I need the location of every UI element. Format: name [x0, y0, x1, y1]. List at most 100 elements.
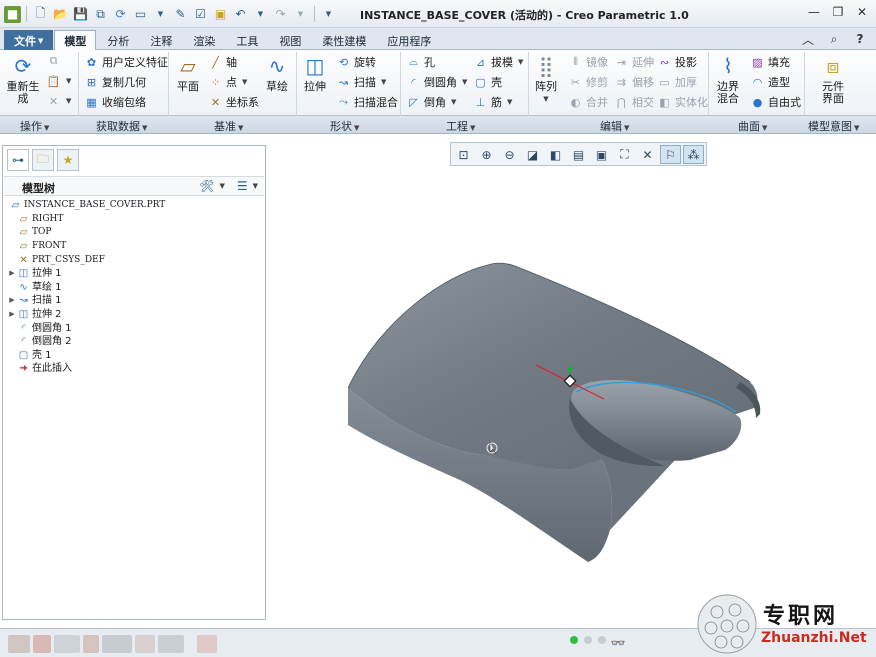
- group-datum[interactable]: 基准 ▼: [214, 118, 243, 134]
- revolve-button[interactable]: ⟲ 旋转: [336, 54, 376, 70]
- merge-button[interactable]: ◐ 合并: [568, 94, 608, 110]
- tab-render[interactable]: 渲染: [183, 30, 225, 50]
- display-style-icon[interactable]: ◧: [545, 145, 566, 164]
- redo-caret-icon[interactable]: ▼: [292, 6, 309, 23]
- model-tree-item[interactable]: ◜ 倒圆角 2: [7, 335, 263, 349]
- folder-browser-tab-icon[interactable]: 🗀: [32, 149, 54, 171]
- close-icon[interactable]: ✕: [854, 4, 870, 20]
- plane-button[interactable]: ▱ 平面: [173, 54, 203, 93]
- find-icon[interactable]: 👓: [605, 634, 631, 652]
- expand-arrow-icon[interactable]: ▶: [7, 294, 17, 307]
- csys-button[interactable]: ✕ 坐标系: [208, 94, 259, 110]
- extrude-button[interactable]: ◫ 拉伸: [300, 54, 330, 93]
- tab-model[interactable]: 模型: [54, 30, 97, 50]
- tab-analysis[interactable]: 分析: [97, 30, 139, 50]
- model-tree-item[interactable]: ▢ 壳 1: [7, 349, 263, 363]
- tab-flexible-modeling[interactable]: 柔性建模: [312, 30, 376, 50]
- thicken-button[interactable]: ▭ 加厚: [657, 74, 697, 90]
- favorites-tab-icon[interactable]: ★: [57, 149, 79, 171]
- shell-button[interactable]: ▢ 壳: [473, 74, 502, 90]
- model-tree-item[interactable]: ▱ INSTANCE_BASE_COVER.PRT: [7, 199, 263, 213]
- zoom-in-icon[interactable]: ⊕: [476, 145, 497, 164]
- windows-icon[interactable]: ▭: [132, 6, 149, 23]
- group-model-intent[interactable]: 模型意图 ▼: [808, 118, 859, 134]
- show-options-icon[interactable]: ☰: [237, 179, 248, 193]
- model-tree-item[interactable]: ➜ 在此插入: [7, 362, 263, 376]
- perspective-icon[interactable]: ⛶: [614, 145, 635, 164]
- spin-center-icon[interactable]: ⁂: [683, 145, 704, 164]
- search-icon[interactable]: ⌕: [826, 31, 842, 47]
- collapse-ribbon-icon[interactable]: ︿: [800, 31, 816, 47]
- group-operations[interactable]: 操作 ▼: [20, 118, 49, 134]
- tab-annotate[interactable]: 注释: [140, 30, 182, 50]
- help-icon[interactable]: ?: [852, 31, 868, 47]
- expand-arrow-icon[interactable]: ▶: [7, 267, 17, 280]
- new-file-icon[interactable]: 🗋: [32, 6, 49, 23]
- model-tree-item[interactable]: ◜ 倒圆角 1: [7, 321, 263, 335]
- dropdown-caret-icon[interactable]: ▼: [152, 6, 169, 23]
- graphics-window[interactable]: [270, 170, 876, 625]
- model-tree-item[interactable]: ▶ ◫ 拉伸 2: [7, 308, 263, 322]
- shrinkwrap-button[interactable]: ▦ 收缩包络: [84, 94, 146, 110]
- group-editing[interactable]: 编辑 ▼: [600, 118, 629, 134]
- mirror-button[interactable]: ⫴ 镜像: [568, 54, 608, 70]
- component-interface-button[interactable]: ⧈ 元件界面: [816, 54, 850, 105]
- regenerate-button[interactable]: ⟳ 重新生成: [6, 54, 40, 105]
- save-icon[interactable]: 💾: [72, 6, 89, 23]
- boundary-blend-button[interactable]: ⌇ 边界混合: [712, 54, 744, 105]
- hole-button[interactable]: ⌓ 孔: [406, 54, 435, 70]
- erase-icon[interactable]: ✎: [172, 6, 189, 23]
- chevron-down-icon[interactable]: ▼: [219, 182, 224, 190]
- model-tree-item[interactable]: ✕ PRT_CSYS_DEF: [7, 253, 263, 267]
- verify-icon[interactable]: ☑: [192, 6, 209, 23]
- sweep-button[interactable]: ↝ 扫描 ▼: [336, 74, 387, 90]
- refit-icon[interactable]: ⊡: [453, 145, 474, 164]
- expand-arrow-icon[interactable]: ▶: [7, 308, 17, 321]
- model-tree-item[interactable]: ▶ ◫ 拉伸 1: [7, 267, 263, 281]
- fill-button[interactable]: ▨ 填充: [750, 54, 790, 70]
- close-window-icon[interactable]: ▣: [212, 6, 229, 23]
- group-surfaces[interactable]: 曲面 ▼: [738, 118, 767, 134]
- model-tree-item[interactable]: ▱ TOP: [7, 226, 263, 240]
- datum-display-icon[interactable]: ✕: [637, 145, 658, 164]
- round-button[interactable]: ◜ 倒圆角 ▼: [406, 74, 467, 90]
- group-shapes[interactable]: 形状 ▼: [330, 118, 359, 134]
- pattern-button[interactable]: ⣿ 阵列 ▼: [531, 54, 561, 105]
- chamfer-button[interactable]: ◸ 倒角 ▼: [406, 94, 456, 110]
- tab-view[interactable]: 视图: [269, 30, 311, 50]
- paste-icon[interactable]: 📋 ▼: [46, 74, 72, 88]
- restore-icon[interactable]: ❐: [830, 4, 846, 20]
- intersect-button[interactable]: ⋂ 相交: [614, 94, 654, 110]
- trim-button[interactable]: ✂ 修剪: [568, 74, 608, 90]
- tab-file[interactable]: 文件 ▼: [4, 30, 54, 50]
- axis-button[interactable]: ╱ 轴: [208, 54, 237, 70]
- annotation-display-icon[interactable]: ⚐: [660, 145, 681, 164]
- saved-views-icon[interactable]: ▤: [568, 145, 589, 164]
- tab-applications[interactable]: 应用程序: [377, 30, 441, 50]
- undo-caret-icon[interactable]: ▼: [252, 6, 269, 23]
- project-button[interactable]: ∾ 投影: [657, 54, 697, 70]
- settings-icon[interactable]: 🛠: [199, 179, 214, 193]
- repaint-icon[interactable]: ◪: [522, 145, 543, 164]
- extend-button[interactable]: ⇥ 延伸: [614, 54, 654, 70]
- chevron-down-icon[interactable]: ▼: [253, 182, 258, 190]
- open-folder-icon[interactable]: 📂: [52, 6, 69, 23]
- model-tree-item[interactable]: ∿ 草绘 1: [7, 281, 263, 295]
- swept-blend-button[interactable]: ⤳ 扫描混合: [336, 94, 398, 110]
- zoom-out-icon[interactable]: ⊖: [499, 145, 520, 164]
- model-tree-tab-icon[interactable]: ⊶: [7, 149, 29, 171]
- point-button[interactable]: ⁘ 点 ▼: [208, 74, 248, 90]
- solidify-button[interactable]: ◧ 实体化: [657, 94, 708, 110]
- redo-icon[interactable]: ↷: [272, 6, 289, 23]
- rib-button[interactable]: ⊥ 筋 ▼: [473, 94, 513, 110]
- regenerate-quick-icon[interactable]: ⟳: [112, 6, 129, 23]
- draft-button[interactable]: ⊿ 拔模 ▼: [473, 54, 524, 70]
- model-tree-item[interactable]: ▱ FRONT: [7, 240, 263, 254]
- offset-button[interactable]: ⇉ 偏移: [614, 74, 654, 90]
- part-model[interactable]: [270, 170, 876, 625]
- customize-qat-icon[interactable]: ▼: [320, 6, 337, 23]
- freestyle-button[interactable]: ● 自由式: [750, 94, 801, 110]
- udf-button[interactable]: ✿ 用户定义特征: [84, 54, 168, 70]
- delete-icon[interactable]: ✕ ▼: [46, 94, 72, 108]
- copy-icon[interactable]: ⧉: [46, 54, 61, 68]
